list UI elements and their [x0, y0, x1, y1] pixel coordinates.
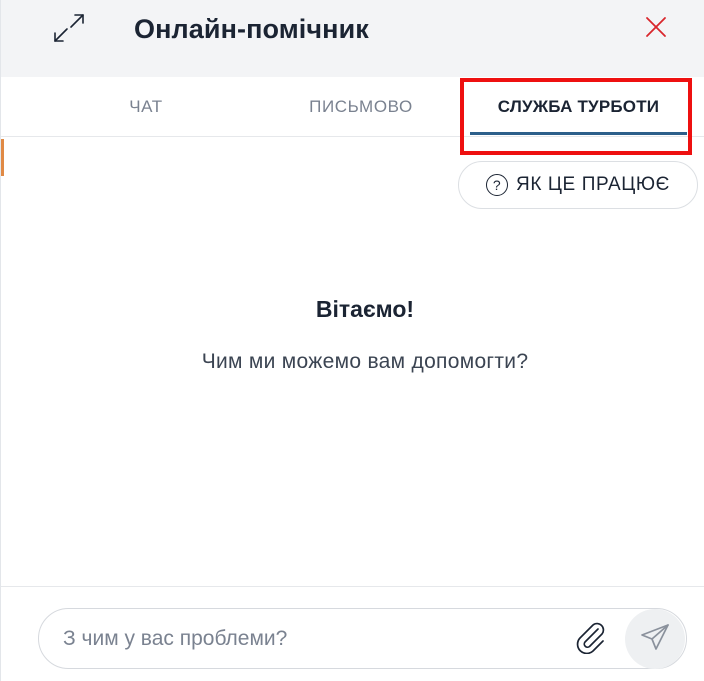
message-input[interactable] [63, 621, 563, 657]
paperclip-icon [574, 620, 606, 659]
tab-label: ЧАТ [129, 97, 163, 116]
expand-button[interactable] [51, 13, 87, 47]
assistant-widget: Онлайн-помічник ЧАТ ПИСЬМОВО СЛУЖБА ТУРБ… [0, 0, 704, 681]
tab-written[interactable]: ПИСЬМОВО [291, 77, 431, 137]
question-circle-icon: ? [486, 174, 509, 196]
tab-chat[interactable]: ЧАТ [96, 77, 196, 137]
greeting-subtext: Чим ми можемо вам допомогти? [201, 350, 529, 373]
left-edge-accent [1, 139, 4, 176]
expand-icon [52, 12, 86, 49]
how-it-works-label: ЯК ЦЕ ПРАЦЮЄ [516, 174, 670, 195]
tab-label: ПИСЬМОВО [309, 97, 413, 116]
page-title: Онлайн-помічник [134, 14, 369, 44]
close-icon [644, 15, 668, 44]
send-button[interactable] [625, 609, 685, 669]
greeting-heading: Вітаємо! [315, 296, 415, 322]
highlight-annotation [460, 78, 692, 155]
header: Онлайн-помічник [1, 0, 704, 77]
send-icon [639, 621, 671, 658]
how-it-works-button[interactable]: ? ЯК ЦЕ ПРАЦЮЄ [458, 161, 698, 209]
close-button[interactable] [641, 14, 671, 44]
attach-button[interactable] [573, 621, 607, 657]
